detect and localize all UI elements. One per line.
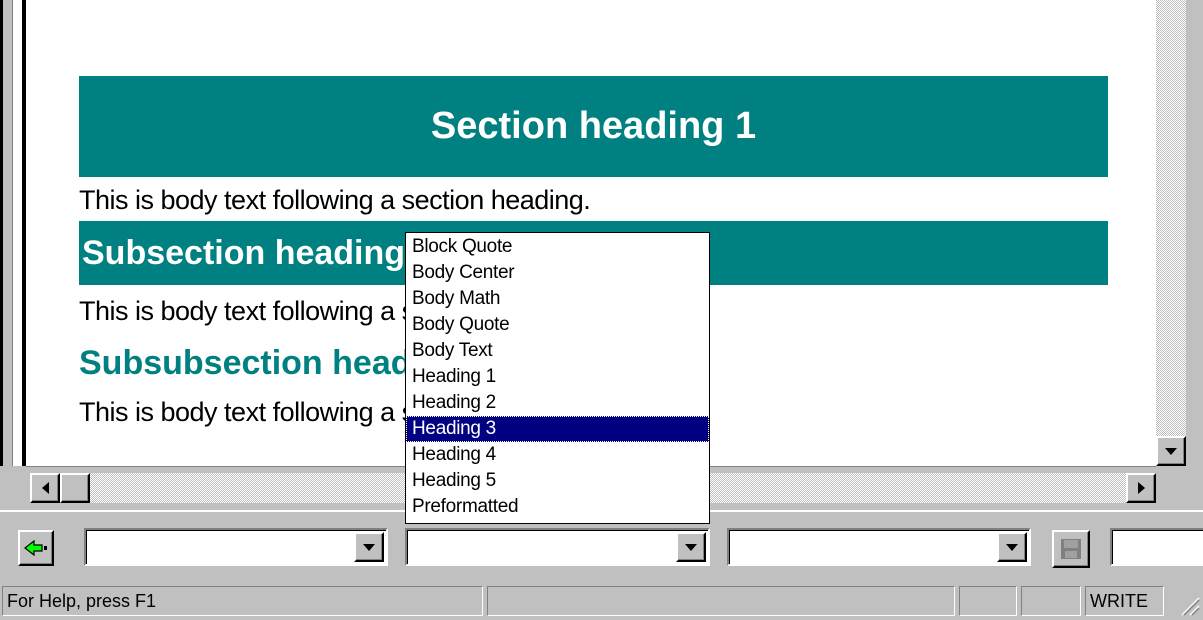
style-dropdown-list[interactable]: Block Quote Body Center Body Math Body Quot… (405, 232, 710, 524)
resize-grip-icon[interactable] (1174, 590, 1200, 616)
scroll-right-button[interactable] (1126, 473, 1156, 503)
window-border (3, 0, 12, 466)
dropdown-option[interactable]: Preformatted (406, 494, 709, 520)
dropdown-option[interactable]: Heading 1 (406, 364, 709, 390)
status-bar: For Help, press F1 WRITE (0, 582, 1203, 620)
save-button[interactable] (1052, 530, 1090, 568)
size-combo[interactable] (727, 528, 1031, 566)
chevron-left-icon (41, 482, 49, 494)
chevron-right-icon (1137, 482, 1145, 494)
status-pane (959, 586, 1017, 616)
dropdown-option[interactable]: Heading 5 (406, 468, 709, 494)
floppy-disk-icon (1061, 539, 1081, 559)
body-text-paragraph[interactable]: This is body text following a section he… (79, 185, 591, 216)
vertical-scrollbar[interactable] (1156, 0, 1186, 466)
chevron-down-icon (1165, 447, 1177, 455)
status-mode: WRITE (1085, 586, 1164, 616)
style-combo[interactable] (405, 528, 710, 566)
scroll-down-button[interactable] (1156, 436, 1186, 466)
dropdown-option[interactable]: Body Text (406, 338, 709, 364)
chevron-down-icon (363, 543, 375, 551)
dropdown-option[interactable]: Heading 3 (406, 416, 709, 442)
font-combo-dropdown-button[interactable] (354, 532, 384, 562)
window-border (1186, 0, 1203, 510)
back-arrow-icon (24, 540, 47, 556)
back-button[interactable] (18, 530, 54, 566)
window-border (12, 0, 22, 466)
dropdown-option[interactable]: Body Center (406, 260, 709, 286)
scroll-left-button[interactable] (30, 473, 60, 503)
chevron-down-icon (685, 543, 697, 551)
scroll-thumb[interactable] (60, 473, 90, 503)
status-pane (1021, 586, 1081, 616)
size-combo-dropdown-button[interactable] (997, 532, 1027, 562)
dropdown-option[interactable]: Body Math (406, 286, 709, 312)
dropdown-option[interactable]: Body Quote (406, 312, 709, 338)
extra-combo[interactable] (1110, 528, 1203, 566)
font-combo[interactable] (84, 528, 388, 566)
dropdown-option[interactable]: Heading 4 (406, 442, 709, 468)
chevron-down-icon (1006, 543, 1018, 551)
size-grip[interactable] (1156, 466, 1186, 510)
dropdown-option[interactable]: Heading 2 (406, 390, 709, 416)
section-heading-1[interactable]: Section heading 1 (79, 76, 1108, 177)
style-combo-dropdown-button[interactable] (676, 532, 706, 562)
status-pane (487, 586, 955, 616)
dropdown-option[interactable]: Block Quote (406, 234, 709, 260)
status-help-text: For Help, press F1 (2, 586, 483, 616)
